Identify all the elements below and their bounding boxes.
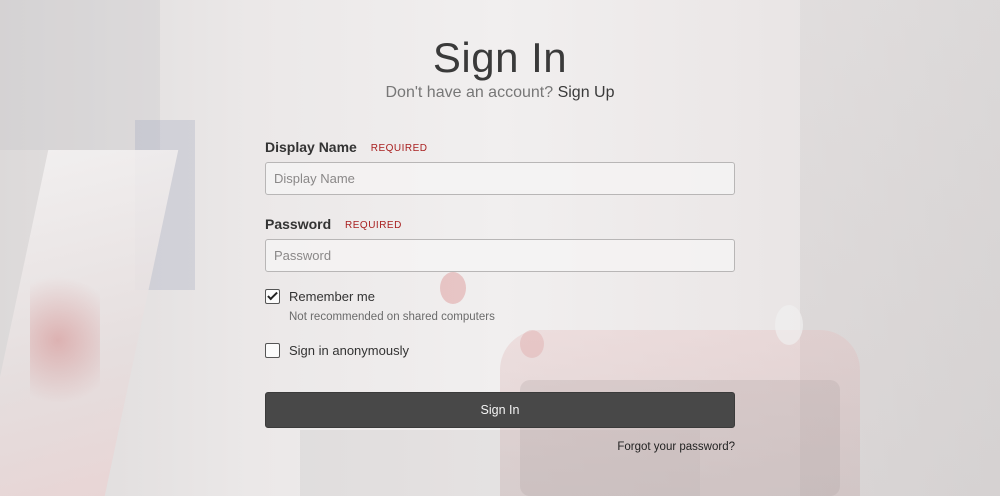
anonymous-label[interactable]: Sign in anonymously <box>289 343 409 358</box>
page-title: Sign In <box>432 34 568 81</box>
forgot-password-link[interactable]: Forgot your password? <box>617 441 735 453</box>
remember-me-checkbox[interactable] <box>265 289 280 304</box>
check-icon <box>267 289 278 301</box>
remember-me-label[interactable]: Remember me <box>289 289 375 304</box>
display-name-label: Display Name <box>265 139 357 155</box>
signup-prompt: Don't have an account? Sign Up <box>265 84 735 102</box>
anonymous-row[interactable]: Sign in anonymously <box>265 343 409 358</box>
remember-me-hint: Not recommended on shared computers <box>289 311 495 323</box>
background-balloon <box>520 330 544 358</box>
password-label-row: Password REQUIRED <box>265 216 402 232</box>
anonymous-checkbox[interactable] <box>265 343 280 358</box>
remember-me-row[interactable]: Remember me <box>265 289 375 304</box>
sign-in-button[interactable]: Sign In <box>265 392 735 428</box>
password-input[interactable] <box>265 239 735 272</box>
background-balloon <box>775 305 803 345</box>
display-name-label-row: Display Name REQUIRED <box>265 139 428 155</box>
background-balloon <box>440 272 466 304</box>
signup-link[interactable]: Sign Up <box>558 84 615 101</box>
password-label: Password <box>265 216 332 232</box>
required-tag: REQUIRED <box>345 220 402 231</box>
signup-prompt-text: Don't have an account? <box>385 84 554 101</box>
background-flag-print <box>30 260 100 420</box>
required-tag: REQUIRED <box>370 143 428 154</box>
display-name-input[interactable] <box>265 162 735 195</box>
